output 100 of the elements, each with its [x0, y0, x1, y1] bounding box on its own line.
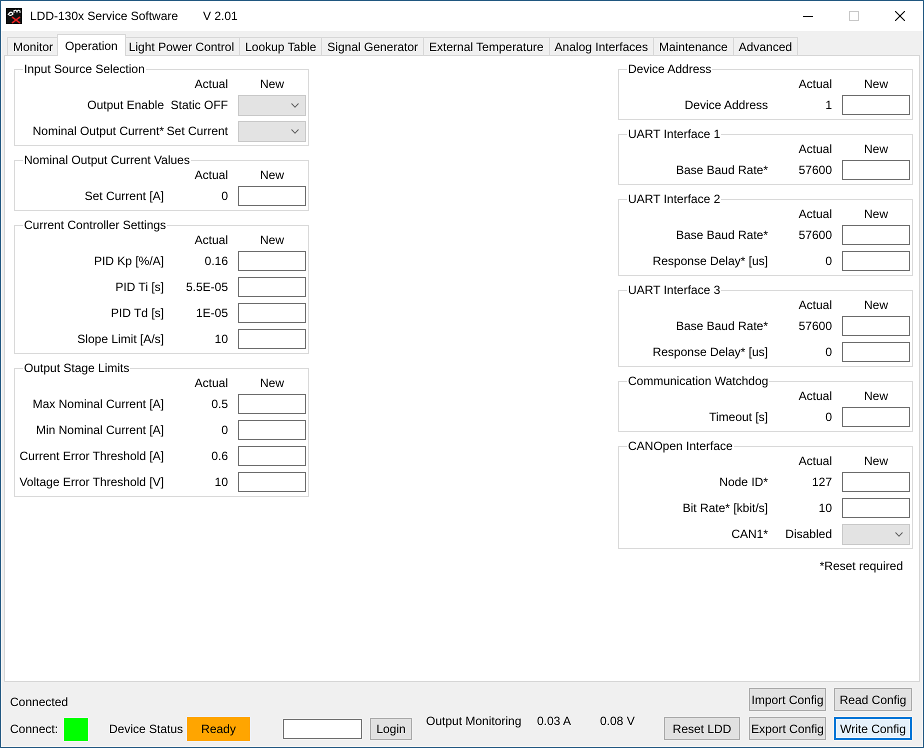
actual-value: 5.5E-05 [184, 279, 228, 296]
actual-value: 57600 [798, 162, 832, 179]
output-monitoring-label: Output Monitoring [426, 714, 522, 728]
group-title: CANOpen Interface [627, 439, 734, 453]
actual-value: 0 [220, 188, 228, 205]
input-field[interactable] [842, 251, 910, 271]
tab[interactable]: Signal Generator [321, 37, 424, 55]
field-label: Device Address [684, 97, 768, 114]
field-label: Output Enable [86, 97, 164, 114]
reset-button[interactable]: Reset LDD [664, 717, 740, 740]
input-field[interactable] [842, 316, 910, 336]
input-field[interactable] [842, 160, 910, 180]
group-title: UART Interface 3 [627, 283, 722, 297]
actual-value: 0 [824, 344, 832, 361]
group-title: Nominal Output Current Values [23, 153, 191, 167]
actual-value: 0 [220, 422, 228, 439]
input-field[interactable] [238, 251, 306, 271]
field-label: Bit Rate* [kbit/s] [682, 500, 768, 517]
input-field[interactable] [238, 277, 306, 297]
field-label: PID Ti [s] [114, 279, 164, 296]
actual-value: Set Current [166, 123, 228, 140]
input-field[interactable] [238, 446, 306, 466]
group-title: Current Controller Settings [23, 218, 168, 232]
connection-status: Connected [10, 695, 68, 709]
input-field[interactable] [842, 407, 910, 427]
tab[interactable]: External Temperature [423, 37, 550, 55]
footnote-text: *Reset required [820, 558, 903, 575]
column-header: Actual [194, 77, 228, 91]
chevron-down-icon [291, 128, 299, 134]
actual-value: 1 [824, 97, 832, 114]
field-label: Response Delay* [us] [652, 344, 768, 361]
field-label: Response Delay* [us] [652, 253, 768, 270]
column-header: New [258, 168, 285, 182]
chevron-down-icon [895, 532, 903, 536]
config-button[interactable]: Export Config [749, 717, 826, 740]
group-title: Input Source Selection [23, 62, 146, 76]
output-current-value: 0.03 A [537, 714, 572, 728]
input-field[interactable] [238, 472, 306, 492]
input-field[interactable] [842, 225, 910, 245]
column-header: New [862, 389, 889, 403]
column-header: New [862, 298, 889, 312]
input-field[interactable] [238, 420, 306, 440]
column-header: Actual [798, 142, 832, 156]
login-button[interactable]: Login [370, 718, 412, 740]
connect-label: Connect: [10, 721, 60, 738]
actual-value: 0 [824, 409, 832, 426]
tab[interactable]: Lookup Table [239, 37, 322, 55]
group-title: Output Stage Limits [23, 361, 130, 375]
field-label: Node ID* [718, 474, 768, 491]
field-label: Min Nominal Current [A] [34, 422, 164, 439]
actual-value: 1E-05 [194, 305, 228, 322]
field-label: Timeout [s] [708, 409, 768, 426]
input-field[interactable] [238, 329, 306, 349]
input-field[interactable] [842, 472, 910, 492]
version-label: V 2.01 [203, 8, 238, 25]
logo-icon [6, 8, 22, 24]
tab[interactable]: Analog Interfaces [548, 37, 654, 55]
column-header: New [258, 233, 285, 247]
input-field[interactable] [238, 186, 306, 206]
column-header: New [862, 77, 889, 91]
login-field[interactable] [283, 719, 362, 739]
tab[interactable]: Operation [57, 34, 126, 56]
field-label: CAN1* [730, 526, 768, 543]
field-label: PID Kp [%/A] [92, 253, 164, 270]
input-field[interactable] [842, 498, 910, 518]
input-field[interactable] [238, 303, 306, 323]
column-header: Actual [798, 298, 832, 312]
group-title: Communication Watchdog [627, 374, 770, 388]
group-title: UART Interface 1 [627, 127, 722, 141]
actual-value: 0 [824, 253, 832, 270]
actual-value: 10 [818, 500, 832, 517]
column-header: Actual [194, 376, 228, 390]
config-button[interactable]: Write Config [834, 717, 912, 740]
actual-value: 57600 [798, 227, 832, 244]
config-button[interactable]: Read Config [834, 688, 912, 711]
config-button[interactable]: Import Config [749, 688, 826, 711]
actual-value: 0.16 [204, 253, 228, 270]
device-status-indicator: Ready [187, 717, 250, 741]
field-label: Base Baud Rate* [674, 162, 768, 179]
actual-value: 0.5 [210, 396, 228, 413]
tab[interactable]: Monitor [7, 37, 60, 55]
field-label: Nominal Output Current* [32, 123, 164, 140]
output-voltage-value: 0.08 V [600, 714, 635, 728]
tab[interactable]: Advanced [732, 37, 798, 55]
column-header: Actual [798, 77, 832, 91]
input-field[interactable] [842, 342, 910, 362]
window-title: LDD-130x Service Software [30, 8, 180, 25]
group-title: Device Address [627, 62, 712, 76]
input-field[interactable] [238, 394, 306, 414]
column-header: Actual [798, 207, 832, 221]
column-header: New [258, 77, 285, 91]
close-icon [895, 11, 905, 21]
column-header: Actual [194, 233, 228, 247]
input-field[interactable] [842, 95, 910, 115]
field-label: Voltage Error Threshold [V] [18, 474, 164, 491]
column-header: New [862, 454, 889, 468]
field-label: Set Current [A] [84, 188, 164, 205]
column-header: New [862, 207, 889, 221]
field-label: Base Baud Rate* [674, 318, 768, 335]
column-header: Actual [194, 168, 228, 182]
